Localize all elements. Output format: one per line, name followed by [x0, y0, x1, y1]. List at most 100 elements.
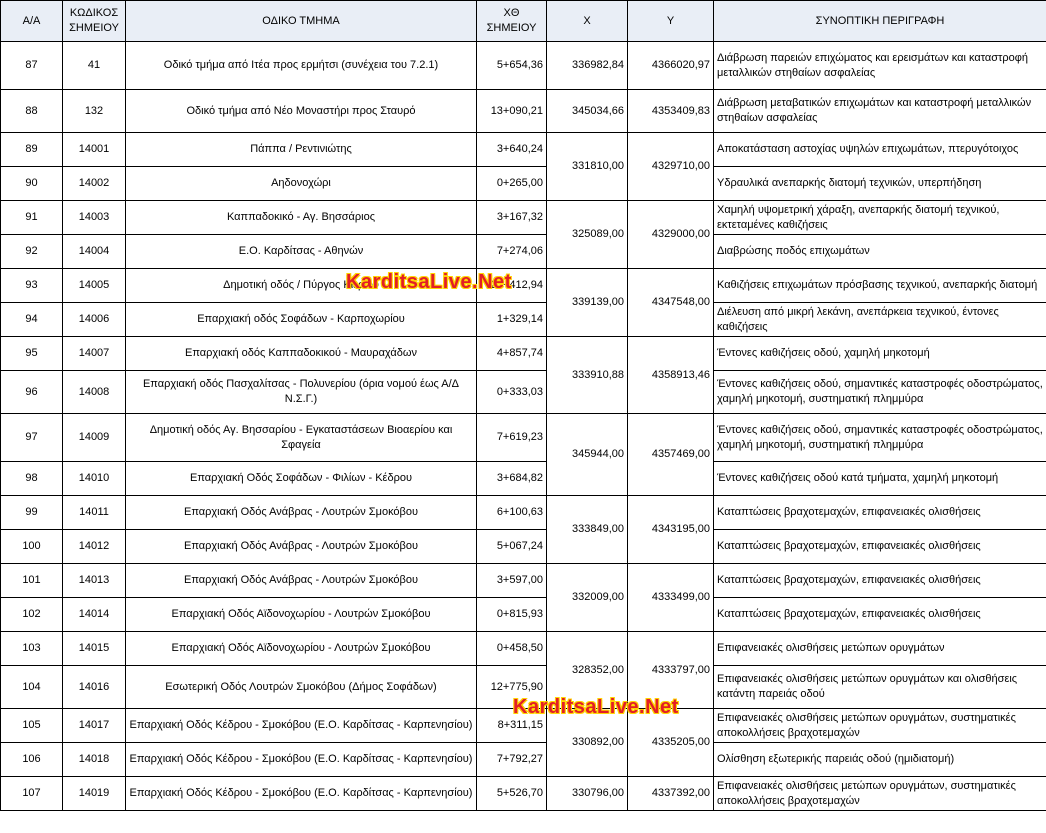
cell-chainage: 5+654,36	[476, 41, 547, 90]
cell-aa: 105	[0, 708, 63, 743]
cell-description: Καταπτώσεις βραχοτεμαχών, επιφανειακές ο…	[713, 529, 1046, 564]
cell-description: Διάβρωση μεταβατικών επιχωμάτων και κατα…	[713, 89, 1046, 133]
cell-aa: 93	[0, 268, 63, 303]
cell-chainage: 0+265,00	[476, 166, 547, 201]
cell-description: Έντονες καθιζήσεις οδού, σημαντικές κατα…	[713, 370, 1046, 414]
cell-description: Επιφανειακές ολισθήσεις μετώπων ορυγμάτω…	[713, 631, 1046, 666]
cell-description: Διέλευση από μικρή λεκάνη, ανεπάρκεια τε…	[713, 302, 1046, 337]
cell-section: Επαρχιακή Οδός Ανάβρας - Λουτρών Σμοκόβο…	[125, 495, 477, 530]
cell-section: Επαρχιακή Οδός Κέδρου - Σμοκόβου (Ε.Ο. Κ…	[125, 742, 477, 777]
cell-chainage: 12+775,90	[476, 665, 547, 709]
cell-description: Επιφανειακές ολισθήσεις μετώπων ορυγμάτω…	[713, 776, 1046, 811]
cell-chainage: 7+274,06	[476, 234, 547, 269]
cell-x: 331810,00	[546, 132, 628, 201]
table-row: 105 14017 Επαρχιακή Οδός Κέδρου - Σμοκόβ…	[0, 708, 1046, 777]
cell-chainage: 8+311,15	[476, 708, 547, 743]
table-row: 104 14016 Εσωτερική Οδός Λουτρών Σμοκόβο…	[0, 665, 1046, 709]
table-row: 87 41 Οδικό τμήμα από Ιτέα προς ερμήτσι …	[0, 41, 1046, 90]
cell-description: Ολίσθηση εξωτερικής παρειάς οδού (ημιδια…	[713, 742, 1046, 777]
cell-aa: 107	[0, 776, 63, 811]
cell-x: 345034,66	[546, 89, 628, 133]
cell-chainage: 5+067,24	[476, 529, 547, 564]
cell-x: 328352,00	[546, 631, 628, 709]
cell-y: 4333499,00	[627, 563, 714, 632]
cell-code: 14010	[62, 461, 126, 496]
cell-code: 14014	[62, 597, 126, 632]
cell-aa: 89	[0, 132, 63, 167]
cell-code: 14003	[62, 200, 126, 235]
cell-description: Διάβρωση παρειών επιχώματος και ερεισμάτ…	[713, 41, 1046, 90]
cell-aa: 97	[0, 413, 63, 462]
cell-aa: 92	[0, 234, 63, 269]
cell-section: Πάππα / Ρεντινιώτης	[125, 132, 477, 167]
header-description: ΣΥΝΟΠΤΙΚΗ ΠΕΡΙΓΡΑΦΗ	[713, 0, 1046, 42]
cell-chainage: 7+619,23	[476, 413, 547, 462]
cell-section: Επαρχιακή οδός Σοφάδων - Καρποχωρίου	[125, 302, 477, 337]
cell-code: 14018	[62, 742, 126, 777]
header-x: Χ	[546, 0, 628, 42]
header-y: Υ	[627, 0, 714, 42]
cell-chainage: 3+597,00	[476, 563, 547, 598]
cell-y: 4329710,00	[627, 132, 714, 201]
cell-chainage: 0+333,03	[476, 370, 547, 414]
cell-section: Οδικό τμήμα από Νέο Μοναστήρι προς Σταυρ…	[125, 89, 477, 133]
table-row: 95 14007 Επαρχιακή οδός Καππαδοκικού - Μ…	[0, 336, 1046, 414]
cell-y: 4366020,97	[627, 41, 714, 90]
cell-y: 4333797,00	[627, 631, 714, 709]
cell-section: Καππαδοκικό - Αγ. Βησσάριος	[125, 200, 477, 235]
cell-description: Καθιζήσεις επιχωμάτων πρόσβασης τεχνικού…	[713, 268, 1046, 303]
table-row: 107 14019 Επαρχιακή Οδός Κέδρου - Σμοκόβ…	[0, 776, 1046, 811]
cell-section: Οδικό τμήμα από Ιτέα προς ερμήτσι (συνέχ…	[125, 41, 477, 90]
cell-aa: 87	[0, 41, 63, 90]
header-chainage: ΧΘ ΣΗΜΕΙΟΥ	[476, 0, 547, 42]
table-row: 102 14014 Επαρχιακή Οδός Αϊδονοχωρίου - …	[0, 597, 1046, 632]
table-row: 97 14009 Δημοτική οδός Αγ. Βησσαρίου - Ε…	[0, 413, 1046, 496]
cell-code: 14019	[62, 776, 126, 811]
cell-section: Αηδονοχώρι	[125, 166, 477, 201]
cell-code: 132	[62, 89, 126, 133]
cell-chainage: 1+329,14	[476, 302, 547, 337]
cell-description: Διαβρώσης ποδός επιχωμάτων	[713, 234, 1046, 269]
cell-x: 332009,00	[546, 563, 628, 632]
cell-code: 14011	[62, 495, 126, 530]
cell-chainage: 3+684,82	[476, 461, 547, 496]
cell-description: Επιφανειακές ολισθήσεις μετώπων ορυγμάτω…	[713, 665, 1046, 709]
road-points-table: Α/Α ΚΩΔΙΚΟΣ ΣΗΜΕΙΟΥ ΟΔΙΚΟ ΤΜΗΜΑ ΧΘ ΣΗΜΕΙ…	[0, 0, 1046, 811]
cell-section: Επαρχιακή Οδός Ανάβρας - Λουτρών Σμοκόβο…	[125, 563, 477, 598]
table-row: 88 132 Οδικό τμήμα από Νέο Μοναστήρι προ…	[0, 89, 1046, 133]
cell-chainage: 0+815,93	[476, 597, 547, 632]
cell-aa: 101	[0, 563, 63, 598]
cell-chainage: 6+100,63	[476, 495, 547, 530]
cell-code: 14017	[62, 708, 126, 743]
table-row: 91 14003 Καππαδοκικό - Αγ. Βησσάριος 3+1…	[0, 200, 1046, 269]
cell-aa: 95	[0, 336, 63, 371]
cell-section: Επαρχιακή οδός Καππαδοκικού - Μαυραχάδων	[125, 336, 477, 371]
cell-description: Καταπτώσεις βραχοτεμαχών, επιφανειακές ο…	[713, 563, 1046, 598]
cell-chainage: 13+090,21	[476, 89, 547, 133]
cell-description: Έντονες καθιζήσεις οδού κατά τμήματα, χα…	[713, 461, 1046, 496]
cell-description: Χαμηλή υψομετρική χάραξη, ανεπαρκής διατ…	[713, 200, 1046, 235]
cell-description: Έντονες καθιζήσεις οδού, χαμηλή μηκοτομή	[713, 336, 1046, 371]
cell-code: 14013	[62, 563, 126, 598]
cell-aa: 103	[0, 631, 63, 666]
cell-x: 345944,00	[546, 413, 628, 496]
cell-y: 4343195,00	[627, 495, 714, 564]
cell-code: 14009	[62, 413, 126, 462]
cell-chainage: 5+526,70	[476, 776, 547, 811]
header-code: ΚΩΔΙΚΟΣ ΣΗΜΕΙΟΥ	[62, 0, 126, 42]
cell-chainage: 20+412,94	[476, 268, 547, 303]
cell-code: 14012	[62, 529, 126, 564]
cell-code: 14004	[62, 234, 126, 269]
cell-aa: 94	[0, 302, 63, 337]
cell-description: Αποκατάσταση αστοχίας υψηλών επιχωμάτων,…	[713, 132, 1046, 167]
cell-aa: 96	[0, 370, 63, 414]
cell-x: 333910,88	[546, 336, 628, 414]
cell-description: Υδραυλικά ανεπαρκής διατομή τεχνικών, υπ…	[713, 166, 1046, 201]
cell-description: Καταπτώσεις βραχοτεμαχών, επιφανειακές ο…	[713, 495, 1046, 530]
table-row: 94 14006 Επαρχιακή οδός Σοφάδων - Καρποχ…	[0, 302, 1046, 337]
cell-aa: 88	[0, 89, 63, 133]
cell-aa: 100	[0, 529, 63, 564]
cell-description: Έντονες καθιζήσεις οδού, σημαντικές κατα…	[713, 413, 1046, 462]
cell-section: Επαρχιακή Οδός Σοφάδων - Φιλίων - Κέδρου	[125, 461, 477, 496]
table-row: 98 14010 Επαρχιακή Οδός Σοφάδων - Φιλίων…	[0, 461, 1046, 496]
